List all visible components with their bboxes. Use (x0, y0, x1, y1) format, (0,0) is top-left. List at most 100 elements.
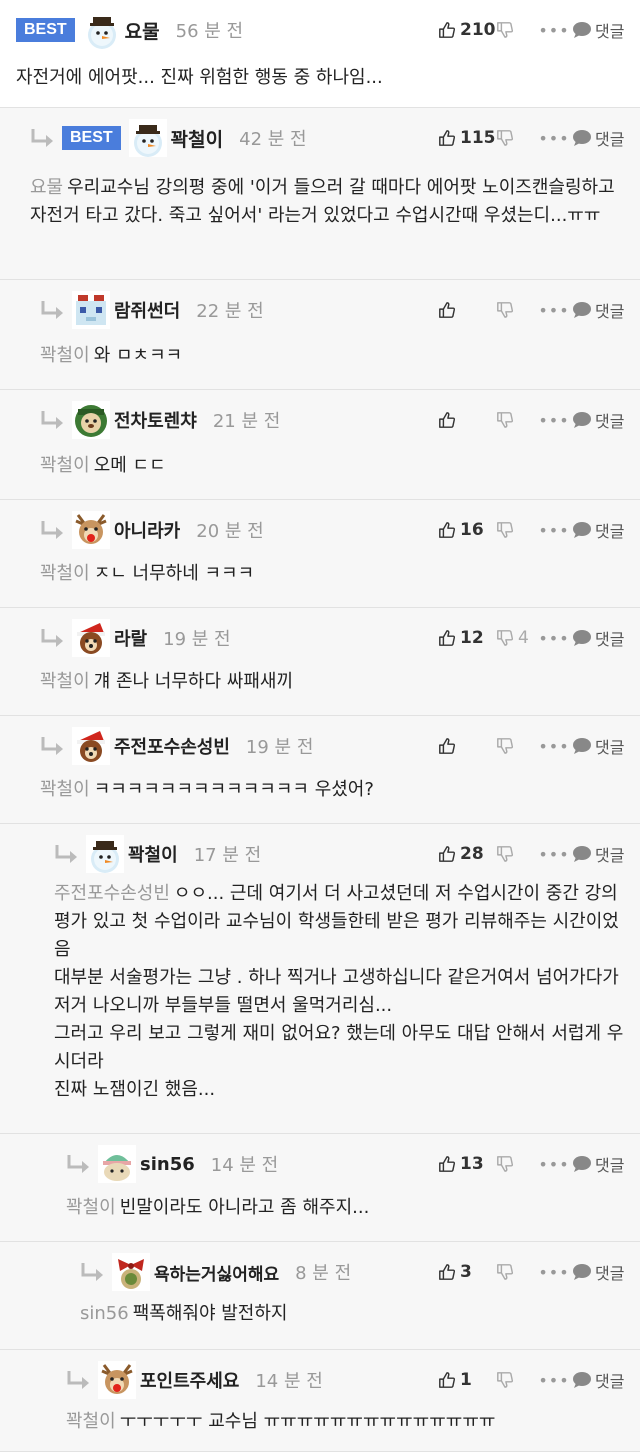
comment-text: ㅇㅇ... 근데 여기서 더 사고셨던데 저 수업시간이 중간 강의평가 있고 … (54, 883, 624, 1100)
reply-target-nickname[interactable]: 꽉철이 (40, 345, 90, 366)
reply-button[interactable]: 댓글 (572, 1152, 640, 1176)
downvote-button[interactable] (496, 845, 536, 863)
reply-button[interactable]: 댓글 (572, 842, 640, 866)
thumbs-up-icon (439, 846, 456, 862)
reply-target-nickname[interactable]: 꽉철이 (40, 779, 90, 800)
comment-header: 욕하는거싫어해요 8 분 전 3 ••• 댓글 (0, 1242, 640, 1302)
downvote-button[interactable] (496, 301, 536, 319)
avatar[interactable] (112, 1253, 150, 1291)
more-options-button[interactable]: ••• (536, 737, 572, 756)
more-options-button[interactable]: ••• (536, 1263, 572, 1282)
upvote-button[interactable]: 1 (438, 1370, 496, 1390)
upvote-button[interactable]: 16 (438, 520, 496, 540)
avatar[interactable] (72, 401, 110, 439)
avatar[interactable] (98, 1145, 136, 1183)
author-nickname[interactable]: 요물 (125, 17, 160, 44)
downvote-button[interactable] (496, 521, 536, 539)
more-options-button[interactable]: ••• (536, 21, 572, 40)
reply-button[interactable]: 댓글 (572, 298, 640, 322)
thumbs-down-icon (497, 738, 514, 754)
more-options-button[interactable]: ••• (536, 629, 572, 648)
downvote-button[interactable] (496, 1371, 536, 1389)
comment-timestamp: 19 분 전 (163, 629, 231, 650)
reply-button[interactable]: 댓글 (572, 518, 640, 542)
downvote-button[interactable] (496, 21, 536, 39)
comment-header: 포인트주세요 14 분 전 1 ••• 댓글 (0, 1350, 640, 1410)
reply-button[interactable]: 댓글 (572, 408, 640, 432)
reply-button[interactable]: 댓글 (572, 1260, 640, 1284)
avatar[interactable] (72, 511, 110, 549)
thumbs-down-icon (497, 1372, 514, 1388)
comment-body: 꽉철이 빈말이라도 아니라고 좀 해주지... (66, 1194, 624, 1222)
downvote-button[interactable]: 4 (496, 628, 536, 648)
upvote-button[interactable]: 28 (438, 844, 496, 864)
downvote-button[interactable] (496, 737, 536, 755)
author-nickname[interactable]: 라랄 (114, 625, 147, 651)
reply-arrow-icon (41, 629, 63, 647)
more-options-button[interactable]: ••• (536, 129, 572, 148)
upvote-button[interactable] (438, 737, 496, 755)
downvote-button[interactable] (496, 1155, 536, 1173)
reply-target-nickname[interactable]: sin56 (80, 1303, 129, 1324)
upvote-count: 28 (460, 844, 484, 864)
avatar[interactable] (72, 727, 110, 765)
upvote-button[interactable]: 13 (438, 1154, 496, 1174)
reply-target-nickname[interactable]: 요물 (30, 177, 63, 198)
comment-item: BEST 요물 56 분 전 210 ••• 댓글 자전거에 에어팟... 진짜 위험한 행… (0, 0, 640, 108)
author-nickname[interactable]: sin56 (140, 1154, 195, 1175)
upvote-button[interactable] (438, 301, 496, 319)
comment-body: 주전포수손성빈 ㅇㅇ... 근데 여기서 더 사고셨던데 저 수업시간이 중간 강… (54, 880, 624, 1104)
upvote-button[interactable]: 3 (438, 1262, 496, 1282)
more-options-button[interactable]: ••• (536, 1155, 572, 1174)
reply-button[interactable]: 댓글 (572, 626, 640, 650)
downvote-button[interactable] (496, 1263, 536, 1281)
comment-text: ㅜㅜㅜㅜㅜ 교수님 ㅠㅠㅠㅠㅠㅠㅠㅠㅠㅠㅠㅠㅠㅠ (119, 1411, 496, 1432)
reply-target-nickname[interactable]: 꽉철이 (66, 1411, 116, 1432)
comment-body: 꽉철이 ㅜㅜㅜㅜㅜ 교수님 ㅠㅠㅠㅠㅠㅠㅠㅠㅠㅠㅠㅠㅠㅠ (66, 1408, 624, 1436)
reply-button[interactable]: 댓글 (572, 734, 640, 758)
reply-target-nickname[interactable]: 꽉철이 (40, 455, 90, 476)
upvote-button[interactable] (438, 411, 496, 429)
author-nickname[interactable]: 꽉철이 (171, 125, 223, 152)
author-nickname[interactable]: 꽉철이 (128, 841, 178, 867)
more-options-button[interactable]: ••• (536, 521, 572, 540)
author-nickname[interactable]: 주전포수손성빈 (114, 733, 230, 759)
author-nickname[interactable]: 욕하는거싫어해요 (154, 1260, 279, 1285)
more-options-button[interactable]: ••• (536, 411, 572, 430)
avatar[interactable] (98, 1361, 136, 1399)
more-options-button[interactable]: ••• (536, 1371, 572, 1390)
downvote-button[interactable] (496, 129, 536, 147)
more-options-button[interactable]: ••• (536, 301, 572, 320)
upvote-count: 115 (460, 128, 496, 148)
downvote-button[interactable] (496, 411, 536, 429)
more-options-button[interactable]: ••• (536, 845, 572, 864)
avatar[interactable] (86, 835, 124, 873)
upvote-button[interactable]: 210 (438, 20, 496, 40)
reply-arrow-icon (41, 737, 63, 755)
avatar[interactable] (72, 619, 110, 657)
avatar[interactable] (72, 291, 110, 329)
comment-timestamp: 14 분 전 (210, 1155, 279, 1176)
thumbs-up-icon (439, 522, 456, 538)
upvote-button[interactable]: 115 (438, 128, 496, 148)
thumbs-up-icon (439, 630, 456, 646)
author-nickname[interactable]: 람쥐썬더 (114, 297, 180, 323)
upvote-button[interactable]: 12 (438, 628, 496, 648)
reply-button[interactable]: 댓글 (572, 18, 640, 42)
reply-button[interactable]: 댓글 (572, 1368, 640, 1392)
comment-header: 람쥐썬더 22 분 전 ••• 댓글 (0, 280, 640, 340)
thumbs-down-icon (497, 846, 514, 862)
author-nickname[interactable]: 전차토렌챠 (114, 407, 197, 433)
reply-target-nickname[interactable]: 주전포수손성빈 (54, 883, 170, 904)
comment-text: 자전거에 에어팟... 진짜 위험한 행동 중 하나임... (16, 67, 383, 88)
comment-item: 전차토렌챠 21 분 전 ••• 댓글 꽉철이 오메 ㄷㄷ (0, 390, 640, 500)
comment-timestamp: 14 분 전 (255, 1371, 323, 1392)
author-nickname[interactable]: 아니라카 (114, 517, 180, 543)
reply-target-nickname[interactable]: 꽉철이 (66, 1197, 116, 1218)
avatar[interactable] (82, 11, 121, 49)
author-nickname[interactable]: 포인트주세요 (140, 1367, 239, 1393)
reply-target-nickname[interactable]: 꽉철이 (40, 563, 90, 584)
avatar[interactable] (128, 119, 167, 157)
reply-target-nickname[interactable]: 꽉철이 (40, 671, 90, 692)
reply-button[interactable]: 댓글 (572, 126, 640, 150)
